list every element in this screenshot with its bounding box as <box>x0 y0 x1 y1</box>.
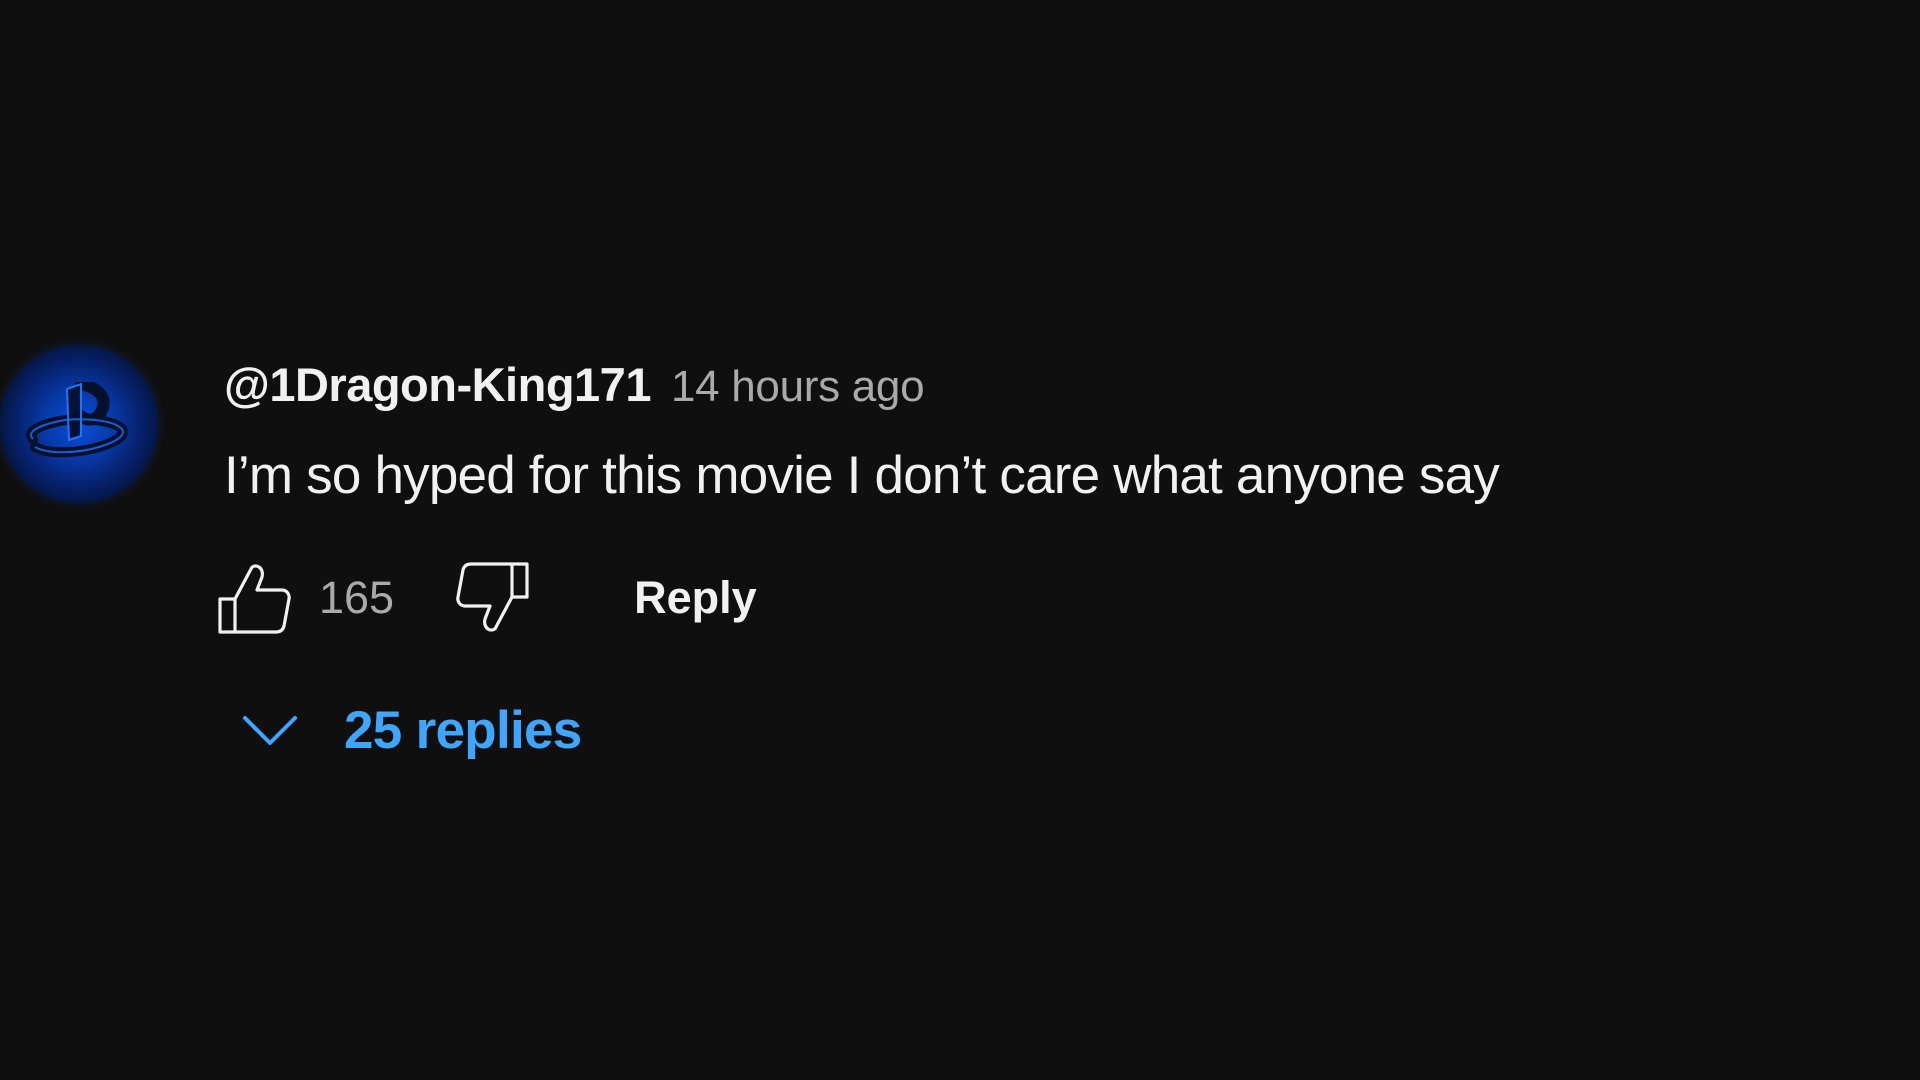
like-button[interactable] <box>215 558 293 638</box>
chevron-down-icon <box>243 716 297 745</box>
reply-button[interactable]: Reply <box>634 572 757 624</box>
comment-page: @1Dragon-King171 14 hours ago I’m so hyp… <box>0 0 1920 1080</box>
avatar[interactable] <box>0 345 158 503</box>
comment-actions: 165 Reply <box>215 558 757 638</box>
playstation-logo-icon <box>26 382 128 458</box>
comment-text: I’m so hyped for this movie I don’t care… <box>224 446 1500 505</box>
dislike-button[interactable] <box>454 558 532 638</box>
comment-header: @1Dragon-King171 14 hours ago <box>224 357 925 415</box>
view-replies-toggle[interactable]: 25 replies <box>240 695 582 765</box>
replies-count-label[interactable]: 25 replies <box>344 700 582 761</box>
comment-timestamp[interactable]: 14 hours ago <box>671 362 925 412</box>
comment-thread: @1Dragon-King171 14 hours ago I’m so hyp… <box>0 345 1920 795</box>
thumb-up-icon <box>218 564 291 634</box>
thumb-down-icon <box>456 562 529 632</box>
comment-author[interactable]: @1Dragon-King171 <box>224 357 651 412</box>
like-count: 165 <box>319 572 395 623</box>
